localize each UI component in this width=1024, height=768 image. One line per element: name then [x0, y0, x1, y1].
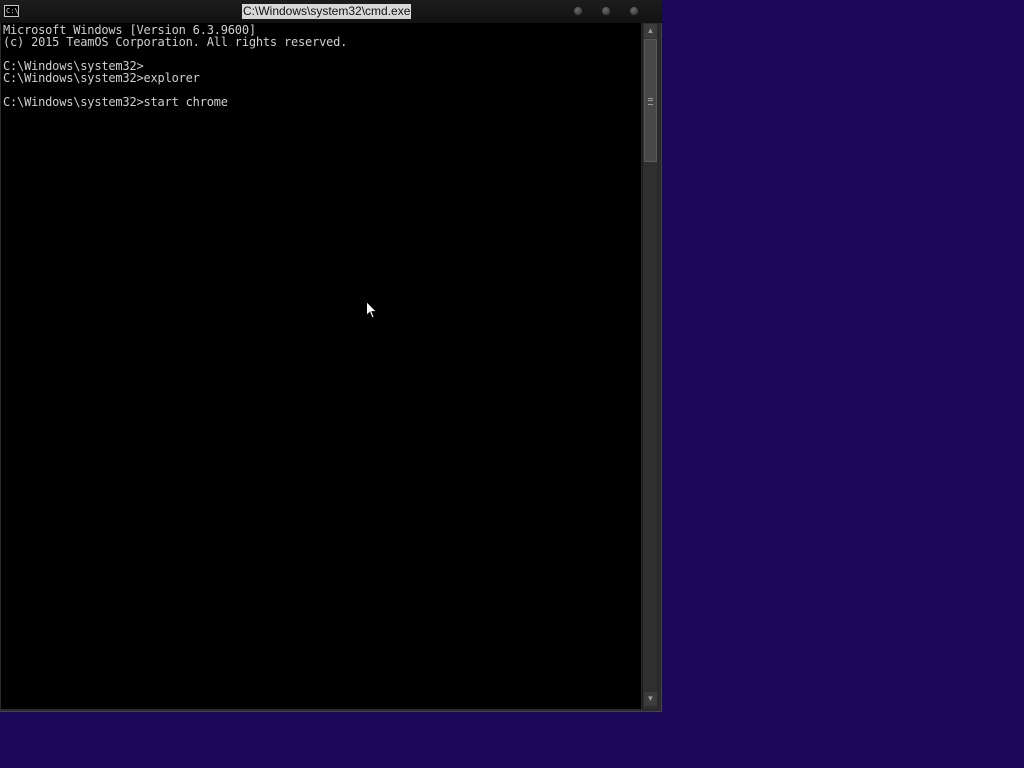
desktop-background: C:\. C:\Windows\system32\cmd.exe Microso… — [0, 0, 1024, 768]
title-bar[interactable]: C:\. C:\Windows\system32\cmd.exe — [0, 0, 662, 23]
minimize-button[interactable] — [573, 6, 583, 16]
console-output-area[interactable]: Microsoft Windows [Version 6.3.9600] (c)… — [1, 23, 641, 709]
cmd-window[interactable]: C:\. C:\Windows\system32\cmd.exe Microso… — [0, 0, 662, 712]
scrollbar-thumb[interactable] — [644, 39, 657, 162]
console-app-icon[interactable]: C:\. — [4, 5, 19, 17]
mouse-pointer-icon — [366, 301, 378, 319]
console-line: C:\Windows\system32>explorer — [3, 71, 200, 85]
scroll-down-arrow-icon[interactable]: ▼ — [644, 692, 657, 706]
window-title: C:\Windows\system32\cmd.exe — [242, 4, 412, 19]
maximize-button[interactable] — [601, 6, 611, 16]
scroll-up-arrow-icon[interactable]: ▲ — [644, 24, 657, 38]
grip-icon — [648, 98, 653, 105]
vertical-scrollbar[interactable]: ▲ ▼ — [642, 23, 657, 709]
close-button[interactable] — [629, 6, 639, 16]
console-line: C:\Windows\system32>start chrome — [3, 95, 228, 109]
console-line: (c) 2015 TeamOS Corporation. All rights … — [3, 35, 348, 49]
